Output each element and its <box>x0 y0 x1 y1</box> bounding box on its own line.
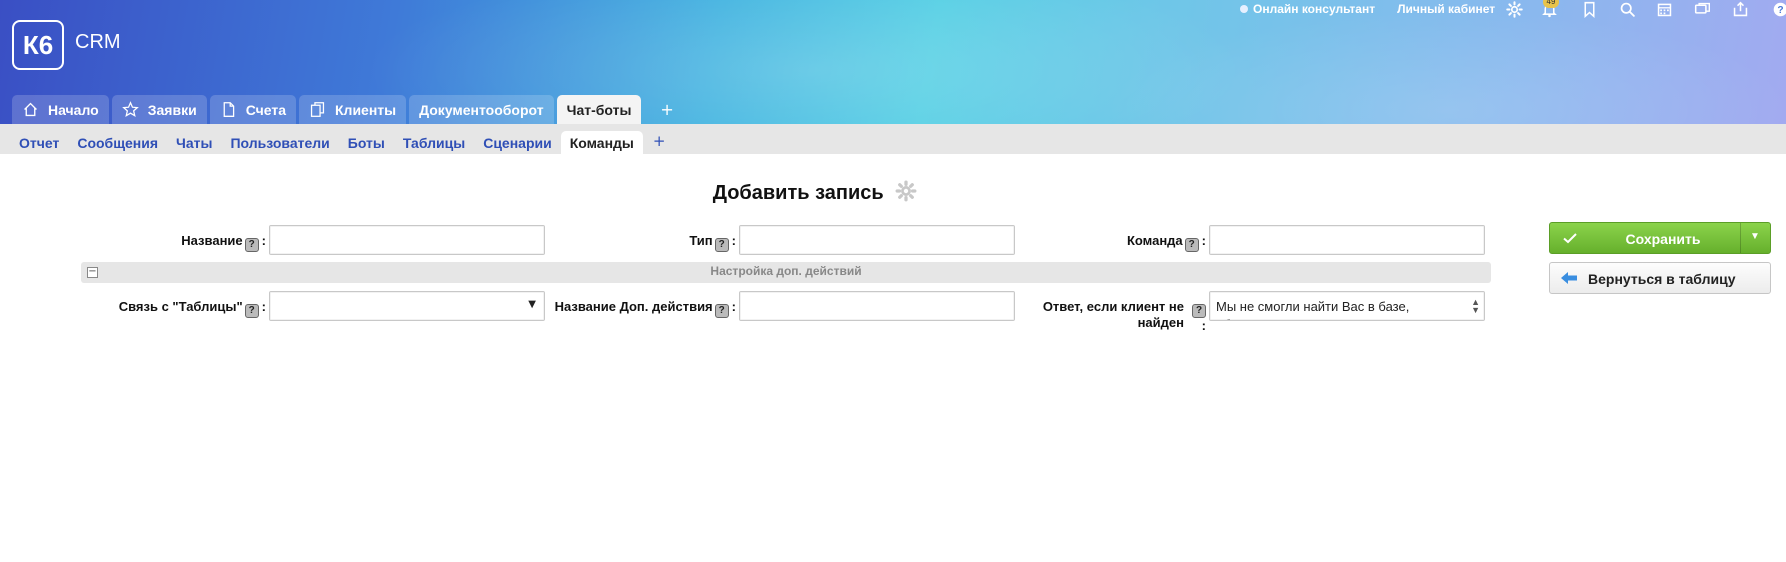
subtab-messages[interactable]: Сообщения <box>68 131 167 154</box>
tab-label: Клиенты <box>335 101 397 118</box>
add-subtab-button[interactable]: + <box>653 131 666 154</box>
tab-home[interactable]: Начало <box>12 95 109 124</box>
calendar-icon[interactable] <box>1654 0 1674 18</box>
name-input[interactable] <box>269 225 545 255</box>
command-label: Команда?: <box>1060 233 1206 252</box>
tab-clients[interactable]: Клиенты <box>299 95 407 124</box>
tab-label: Чат-боты <box>566 101 632 118</box>
back-to-table-button[interactable]: Вернуться в таблицу <box>1549 262 1771 294</box>
command-label-text: Команда <box>1126 233 1183 248</box>
help-icon[interactable]: ? <box>1770 0 1786 18</box>
scroll-down-icon[interactable]: ▼ <box>1471 301 1480 319</box>
relation-label-text: Связь с "Таблицы" <box>118 299 243 314</box>
colon: : <box>261 233 266 248</box>
subtab-tables[interactable]: Таблицы <box>394 131 474 154</box>
relation-select[interactable]: ▼ <box>269 291 545 321</box>
save-button[interactable]: Сохранить ▼ <box>1549 222 1771 254</box>
colon: : <box>731 233 736 248</box>
button-divider <box>1740 223 1741 253</box>
help-icon[interactable]: ? <box>1184 238 1199 252</box>
tab-chatbots[interactable]: Чат-боты <box>556 95 642 124</box>
action-name-label-text: Название Доп. действия <box>554 299 713 314</box>
chat-icon[interactable] <box>1692 0 1712 18</box>
export-icon[interactable] <box>1730 0 1750 18</box>
subtab-report[interactable]: Отчет <box>10 131 68 154</box>
tab-documents[interactable]: Документооборот <box>409 95 554 124</box>
top-links: Онлайн консультант Личный кабинет <box>1240 0 1517 18</box>
textarea-value: Мы не смогли найти Вас в базе, обратитес… <box>1216 299 1410 320</box>
not-found-answer-label: Ответ, если клиент не найден <box>1042 299 1184 330</box>
section-title: Настройка доп. действий <box>710 264 862 278</box>
section-additional-actions: − Настройка доп. действий <box>81 262 1491 283</box>
check-icon <box>1562 230 1578 249</box>
tab-label: Документооборот <box>419 101 544 118</box>
app-name: CRM <box>75 31 121 53</box>
online-status-icon <box>1240 5 1248 13</box>
not-found-answer-textarea[interactable]: Мы не смогли найти Вас в базе, обратитес… <box>1209 291 1485 321</box>
star-icon <box>121 101 140 119</box>
action-name-label: Название Доп. действия?: <box>540 299 736 318</box>
subtab-users[interactable]: Пользователи <box>221 131 338 154</box>
help-icon[interactable]: ? <box>1192 304 1206 318</box>
home-icon <box>22 101 40 119</box>
name-label-text: Название <box>181 233 243 248</box>
page-title-text: Добавить запись <box>712 182 884 204</box>
colon: : <box>731 299 736 314</box>
subtab-scenarios[interactable]: Сценарии <box>474 131 561 154</box>
action-name-input[interactable] <box>739 291 1015 321</box>
relation-label: Связь с "Таблицы"?: <box>90 299 266 318</box>
app-logo[interactable]: К6 <box>12 20 64 70</box>
back-button-label: Вернуться в таблицу <box>1588 271 1736 287</box>
tab-label: Счета <box>245 101 286 118</box>
document-icon <box>220 101 238 119</box>
tab-invoices[interactable]: Счета <box>209 95 296 124</box>
help-icon[interactable]: ? <box>244 304 259 318</box>
colon: : <box>1201 318 1206 333</box>
chevron-down-icon[interactable]: ▼ <box>1750 231 1760 242</box>
help-icon[interactable]: ? <box>714 238 729 252</box>
subtab-bots[interactable]: Боты <box>339 131 394 154</box>
sub-tabs: Отчет Сообщения Чаты Пользователи Боты Т… <box>10 131 665 154</box>
colon: : <box>1201 233 1206 248</box>
name-label: Название?: <box>120 233 266 252</box>
gear-icon[interactable] <box>895 180 917 208</box>
online-consultant-link[interactable]: Онлайн консультант <box>1253 2 1375 16</box>
type-label: Тип?: <box>600 233 736 252</box>
command-input[interactable] <box>1209 225 1485 255</box>
not-found-help: ?: <box>1184 299 1206 334</box>
type-label-text: Тип <box>689 233 713 248</box>
notification-badge: 49 <box>1543 0 1559 8</box>
add-tab-button[interactable]: + <box>660 95 673 124</box>
copy-icon <box>309 101 327 119</box>
help-icon[interactable]: ? <box>244 238 259 252</box>
tab-label: Заявки <box>147 101 197 118</box>
personal-cabinet-link[interactable]: Личный кабинет <box>1397 2 1495 16</box>
app-header: К6 CRM Онлайн консультант Личный кабинет… <box>0 0 1786 124</box>
dropdown-arrow-icon: ▼ <box>528 299 536 310</box>
tab-label: Начало <box>48 101 99 118</box>
subtab-commands[interactable]: Команды <box>560 131 643 154</box>
tab-requests[interactable]: Заявки <box>111 95 207 124</box>
main-tabs: Начало Заявки Счета Клиенты Документообо… <box>12 95 674 124</box>
bookmark-icon[interactable] <box>1579 0 1599 18</box>
svg-text:?: ? <box>1777 4 1783 15</box>
help-icon[interactable]: ? <box>714 304 729 318</box>
subtab-chats[interactable]: Чаты <box>167 131 221 154</box>
type-input[interactable] <box>739 225 1015 255</box>
gear-icon[interactable] <box>1504 0 1524 18</box>
page-title: Добавить запись <box>0 180 1630 208</box>
arrow-left-icon <box>1560 270 1578 289</box>
colon: : <box>261 299 266 314</box>
save-button-label: Сохранить <box>1625 231 1701 247</box>
search-icon[interactable] <box>1617 0 1637 18</box>
